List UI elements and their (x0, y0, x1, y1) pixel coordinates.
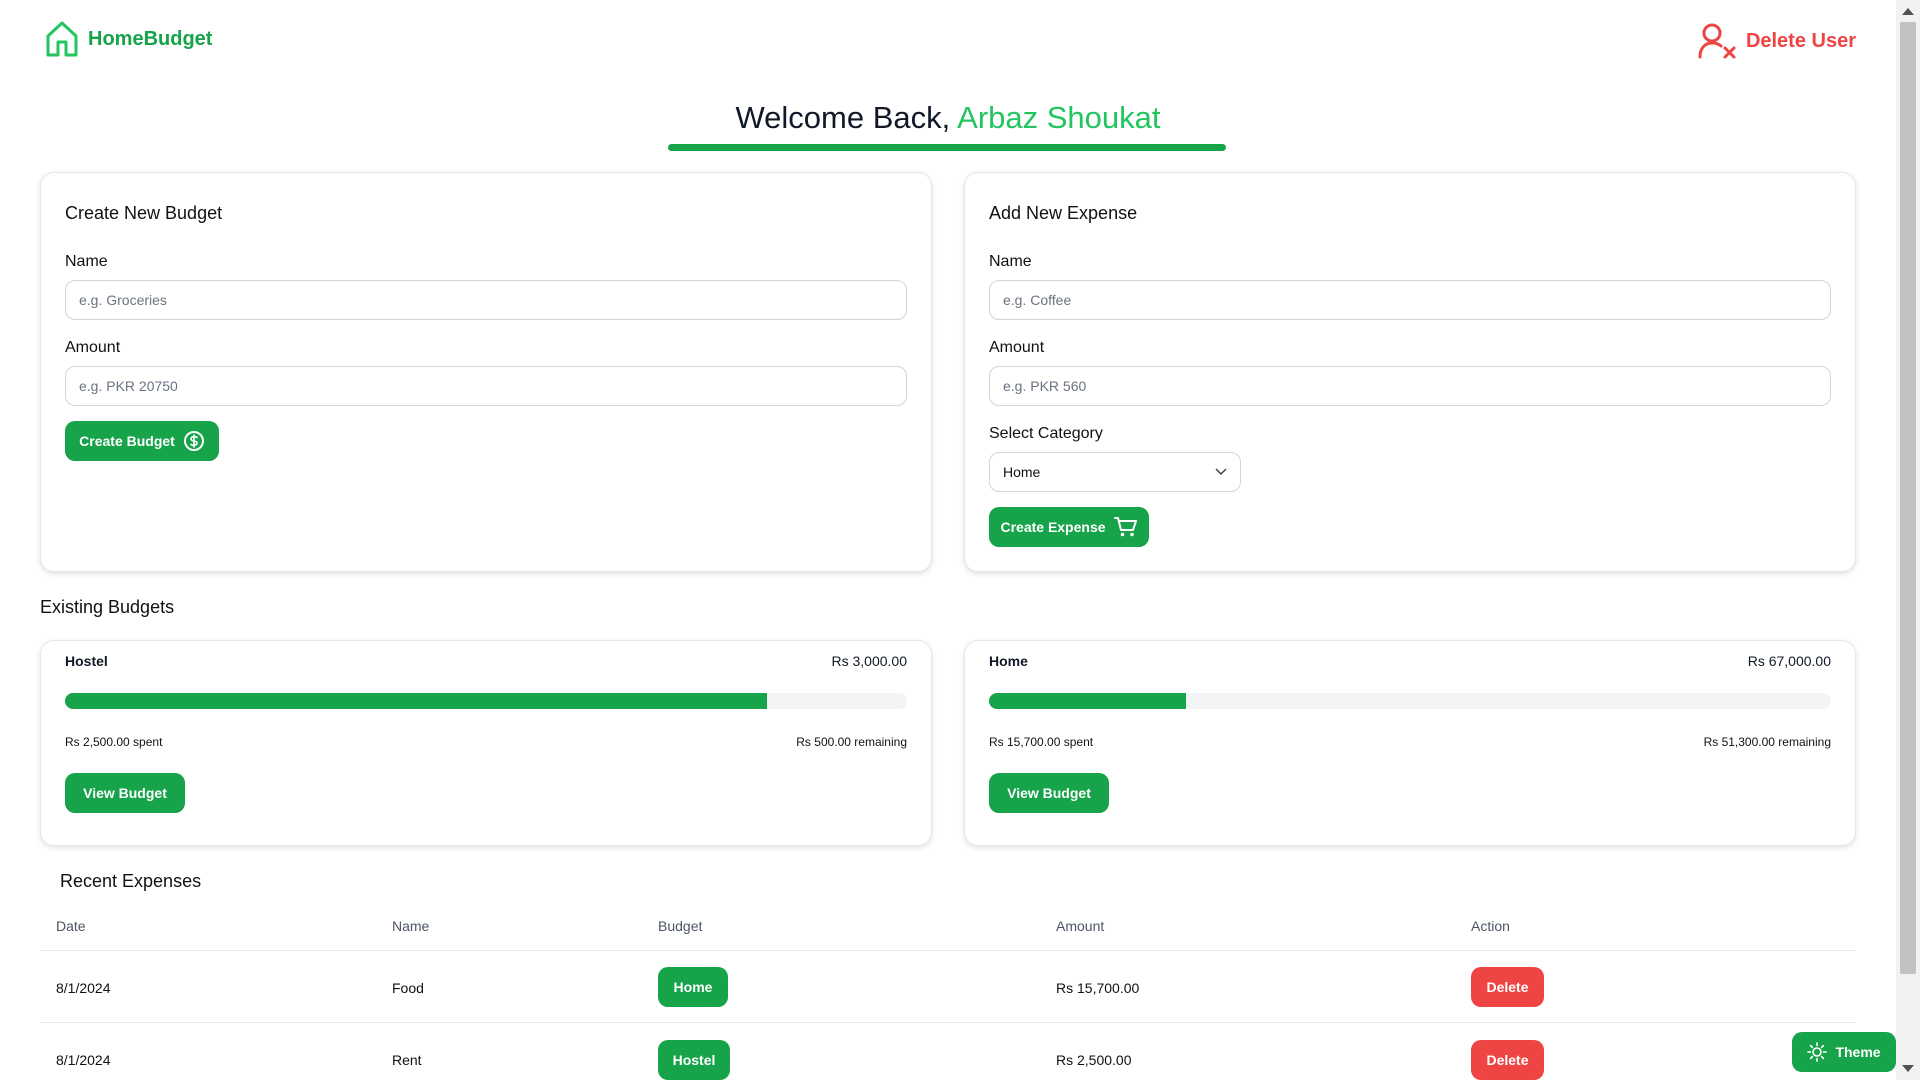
cell-date: 8/1/2024 (56, 980, 111, 996)
budget-name-input[interactable] (65, 280, 907, 320)
cell-amount: Rs 15,700.00 (1056, 980, 1140, 996)
cell-name: Food (392, 980, 424, 996)
budget-amount-input[interactable] (65, 366, 907, 406)
budget-card-name: Home (989, 653, 1028, 669)
column-header-amount: Amount (1056, 918, 1105, 934)
budget-tag[interactable]: Home (658, 967, 728, 1007)
category-label: Select Category (989, 425, 1103, 442)
create-expense-button[interactable]: Create Expense (989, 507, 1149, 547)
brand-name: HomeBudget (88, 27, 213, 50)
column-header-name: Name (392, 918, 430, 934)
budget-progress-bar (989, 693, 1831, 709)
vertical-scrollbar[interactable] (1896, 0, 1920, 1080)
delete-expense-button[interactable]: Delete (1471, 1040, 1544, 1080)
create-budget-button-label: Create Budget (79, 433, 175, 449)
dollar-circle-icon (183, 431, 204, 451)
delete-expense-button[interactable]: Delete (1471, 967, 1544, 1007)
table-divider (40, 950, 1856, 951)
cell-name: Rent (392, 1052, 422, 1068)
budget-progress-fill (989, 693, 1187, 709)
expense-amount-label: Amount (989, 339, 1045, 356)
category-selected-value: Home (1003, 464, 1041, 480)
budget-card-name: Hostel (65, 653, 108, 669)
user-x-icon (1698, 23, 1736, 59)
view-budget-label: View Budget (83, 785, 167, 801)
column-header-date: Date (56, 918, 86, 934)
brand-link[interactable]: HomeBudget (44, 20, 212, 58)
theme-toggle-button[interactable]: Theme (1792, 1032, 1896, 1072)
view-budget-label: View Budget (1007, 785, 1091, 801)
page: HomeBudget Delete User Welcome Back, Arb… (0, 0, 1896, 1080)
budget-progress-bar (65, 693, 907, 709)
budget-card-home: Home Rs 67,000.00 Rs 15,700.00 spent Rs … (964, 640, 1856, 846)
chevron-down-icon (1215, 468, 1227, 476)
column-header-action: Action (1471, 918, 1510, 934)
welcome-prefix: Welcome Back, (735, 100, 951, 135)
budget-remaining: Rs 500.00 remaining (796, 735, 907, 749)
house-icon (46, 21, 78, 57)
welcome-user-name: Arbaz Shoukat (957, 100, 1161, 135)
budget-card-total: Rs 67,000.00 (1747, 653, 1831, 669)
budget-card-hostel: Hostel Rs 3,000.00 Rs 2,500.00 spent Rs … (40, 640, 932, 846)
existing-budgets-title: Existing Budgets (40, 597, 175, 617)
budget-remaining: Rs 51,300.00 remaining (1703, 735, 1831, 749)
create-budget-card: Create New Budget Name Amount Create Bud… (40, 172, 932, 572)
scroll-down-arrow[interactable] (1902, 1065, 1914, 1072)
budget-spent: Rs 15,700.00 spent (989, 735, 1094, 749)
welcome-heading: Welcome Back, Arbaz Shoukat (0, 100, 1896, 136)
welcome-underline (668, 144, 1226, 151)
create-budget-title: Create New Budget (65, 203, 223, 223)
create-expense-button-label: Create Expense (1000, 519, 1106, 535)
add-expense-title: Add New Expense (989, 203, 1138, 223)
sun-icon (1807, 1042, 1828, 1062)
cart-icon (1113, 517, 1137, 537)
expense-name-label: Name (989, 253, 1032, 270)
delete-user-button[interactable]: Delete User (1698, 22, 1856, 60)
create-budget-button[interactable]: Create Budget (65, 421, 219, 461)
theme-label: Theme (1835, 1044, 1881, 1060)
budget-tag[interactable]: Hostel (658, 1040, 730, 1080)
cell-date: 8/1/2024 (56, 1052, 111, 1068)
scrollbar-thumb[interactable] (1900, 22, 1916, 974)
budget-spent: Rs 2,500.00 spent (65, 735, 163, 749)
table-divider (40, 1022, 1856, 1023)
budget-name-label: Name (65, 253, 108, 270)
expense-amount-input[interactable] (989, 366, 1831, 406)
cell-amount: Rs 2,500.00 (1056, 1052, 1132, 1068)
budget-progress-fill (65, 693, 767, 709)
column-header-budget: Budget (658, 918, 703, 934)
budget-amount-label: Amount (65, 339, 121, 356)
category-select[interactable]: Home (989, 452, 1241, 492)
delete-user-label: Delete User (1745, 29, 1856, 52)
expense-name-input[interactable] (989, 280, 1831, 320)
view-budget-button[interactable]: View Budget (65, 773, 185, 813)
scroll-up-arrow[interactable] (1902, 8, 1914, 15)
recent-expenses-title: Recent Expenses (60, 871, 202, 891)
budget-card-total: Rs 3,000.00 (831, 653, 908, 669)
view-budget-button[interactable]: View Budget (989, 773, 1109, 813)
add-expense-card: Add New Expense Name Amount Select Categ… (964, 172, 1856, 572)
